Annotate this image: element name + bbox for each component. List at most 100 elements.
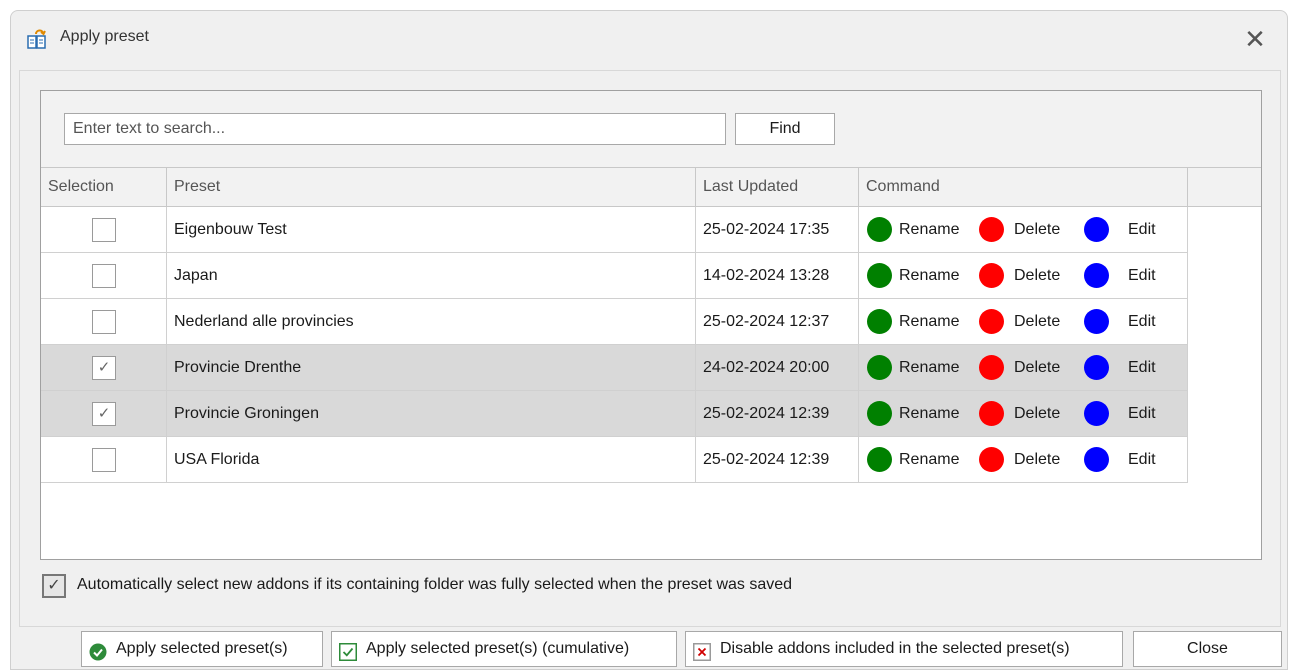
edit-command[interactable]: Edit [1084, 437, 1164, 482]
edit-command[interactable]: Edit [1084, 391, 1164, 436]
rename-label: Rename [899, 267, 960, 284]
row-select-checkbox[interactable]: ✓ [92, 402, 116, 426]
delete-label: Delete [1014, 405, 1061, 422]
close-window-button[interactable]: ✕ [1239, 23, 1271, 55]
green-dot-icon [867, 217, 892, 242]
rename-label: Rename [899, 221, 960, 238]
table-row[interactable]: Japan 14-02-2024 13:28 Rename Delete Edi… [41, 253, 1188, 299]
row-select-checkbox[interactable] [92, 218, 116, 242]
grid-header: Selection Preset Last Updated Command [41, 168, 1261, 207]
table-row[interactable]: Nederland alle provincies 25-02-2024 12:… [41, 299, 1188, 345]
auto-select-checkbox[interactable]: ✓ [42, 574, 66, 598]
grid-rows: Eigenbouw Test 25-02-2024 17:35 Rename D… [41, 207, 1188, 483]
apply-preset-icon [25, 27, 49, 51]
apply-presets-button[interactable]: Apply selected preset(s) [81, 631, 323, 667]
green-dot-icon [867, 355, 892, 380]
column-header-preset[interactable]: Preset [167, 168, 696, 206]
green-dot-icon [867, 401, 892, 426]
rename-label: Rename [899, 451, 960, 468]
command-cell: Rename Delete Edit [859, 391, 1188, 436]
preset-name-cell: Provincie Groningen [167, 391, 696, 436]
red-x-box-icon [693, 640, 711, 661]
row-select-checkbox[interactable] [92, 310, 116, 334]
edit-command[interactable]: Edit [1084, 299, 1164, 344]
red-dot-icon [979, 309, 1004, 334]
search-input[interactable] [64, 113, 726, 145]
delete-command[interactable]: Delete [979, 437, 1071, 482]
row-select-checkbox[interactable]: ✓ [92, 356, 116, 380]
rename-command[interactable]: Rename [867, 437, 969, 482]
delete-command[interactable]: Delete [979, 207, 1071, 252]
red-dot-icon [979, 401, 1004, 426]
apply-presets-label: Apply selected preset(s) [116, 640, 288, 657]
edit-label: Edit [1128, 451, 1156, 468]
preset-name-cell: Provincie Drenthe [167, 345, 696, 390]
preset-grid: Find Selection Preset Last Updated Comma… [40, 90, 1262, 560]
edit-label: Edit [1128, 313, 1156, 330]
last-updated-cell: 25-02-2024 12:37 [696, 299, 859, 344]
last-updated-cell: 24-02-2024 20:00 [696, 345, 859, 390]
command-cell: Rename Delete Edit [859, 299, 1188, 344]
red-dot-icon [979, 355, 1004, 380]
row-select-checkbox[interactable] [92, 448, 116, 472]
command-cell: Rename Delete Edit [859, 207, 1188, 252]
command-cell: Rename Delete Edit [859, 437, 1188, 482]
table-row[interactable]: Eigenbouw Test 25-02-2024 17:35 Rename D… [41, 207, 1188, 253]
delete-command[interactable]: Delete [979, 253, 1071, 298]
close-button[interactable]: Close [1133, 631, 1282, 667]
apply-presets-cumulative-button[interactable]: Apply selected preset(s) (cumulative) [331, 631, 677, 667]
selection-cell: ✓ [41, 391, 167, 436]
preset-name-cell: Eigenbouw Test [167, 207, 696, 252]
dialog-title: Apply preset [60, 28, 149, 45]
delete-command[interactable]: Delete [979, 345, 1071, 390]
table-row[interactable]: ✓ Provincie Groningen 25-02-2024 12:39 R… [41, 391, 1188, 437]
table-row[interactable]: ✓ Provincie Drenthe 24-02-2024 20:00 Ren… [41, 345, 1188, 391]
last-updated-cell: 25-02-2024 17:35 [696, 207, 859, 252]
column-header-command[interactable]: Command [859, 168, 1188, 206]
rename-command[interactable]: Rename [867, 253, 969, 298]
green-dot-icon [867, 447, 892, 472]
edit-label: Edit [1128, 405, 1156, 422]
rename-command[interactable]: Rename [867, 207, 969, 252]
find-button[interactable]: Find [735, 113, 835, 145]
delete-command[interactable]: Delete [979, 391, 1071, 436]
command-cell: Rename Delete Edit [859, 253, 1188, 298]
blue-dot-icon [1084, 355, 1109, 380]
edit-label: Edit [1128, 267, 1156, 284]
blue-dot-icon [1084, 447, 1109, 472]
edit-command[interactable]: Edit [1084, 345, 1164, 390]
row-select-checkbox[interactable] [92, 264, 116, 288]
rename-command[interactable]: Rename [867, 299, 969, 344]
green-check-box-icon [339, 640, 357, 661]
red-dot-icon [979, 263, 1004, 288]
rename-command[interactable]: Rename [867, 345, 969, 390]
selection-cell [41, 207, 167, 252]
disable-addons-button[interactable]: Disable addons included in the selected … [685, 631, 1123, 667]
green-check-circle-icon [89, 640, 107, 661]
last-updated-cell: 25-02-2024 12:39 [696, 437, 859, 482]
preset-name-cell: Japan [167, 253, 696, 298]
selection-cell [41, 299, 167, 344]
rename-label: Rename [899, 359, 960, 376]
blue-dot-icon [1084, 263, 1109, 288]
selection-cell [41, 437, 167, 482]
edit-command[interactable]: Edit [1084, 207, 1164, 252]
edit-label: Edit [1128, 359, 1156, 376]
last-updated-cell: 25-02-2024 12:39 [696, 391, 859, 436]
table-row[interactable]: USA Florida 25-02-2024 12:39 Rename Dele… [41, 437, 1188, 483]
edit-command[interactable]: Edit [1084, 253, 1164, 298]
rename-command[interactable]: Rename [867, 391, 969, 436]
green-dot-icon [867, 309, 892, 334]
column-header-selection[interactable]: Selection [41, 168, 167, 206]
column-header-last-updated[interactable]: Last Updated [696, 168, 859, 206]
last-updated-cell: 14-02-2024 13:28 [696, 253, 859, 298]
delete-command[interactable]: Delete [979, 299, 1071, 344]
disable-addons-label: Disable addons included in the selected … [720, 640, 1070, 657]
edit-label: Edit [1128, 221, 1156, 238]
blue-dot-icon [1084, 217, 1109, 242]
title-bar: Apply preset ✕ [11, 11, 1287, 67]
delete-label: Delete [1014, 267, 1061, 284]
apply-presets-cumulative-label: Apply selected preset(s) (cumulative) [366, 640, 630, 657]
delete-label: Delete [1014, 221, 1061, 238]
red-dot-icon [979, 217, 1004, 242]
